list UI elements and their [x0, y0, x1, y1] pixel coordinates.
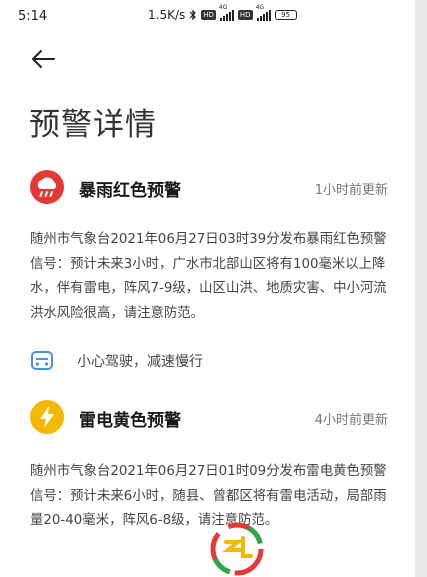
page-title: 预警详情: [29, 107, 157, 143]
alert-header: 雷电黄色预警 4小时前更新: [30, 400, 400, 434]
page-edge: [415, 0, 427, 577]
alert-description: 随州市气象台2021年06月27日03时39分发布暴雨红色预警信号：预计未来3小…: [30, 232, 387, 321]
travel-advice: 小心驾驶，减速慢行: [30, 349, 203, 373]
battery-icon: 95: [274, 10, 297, 20]
alert-card-rainstorm: 暴雨红色预警 1小时前更新 随州市气象台2021年06月27日03时39分发布暴…: [30, 170, 400, 321]
signal-4g-icon: 4G: [256, 4, 271, 21]
alert-header: 暴雨红色预警 1小时前更新: [30, 170, 400, 204]
alert-update-time: 1小时前更新: [314, 183, 388, 198]
car-icon: [31, 351, 53, 370]
alert-update-time: 4小时前更新: [314, 413, 388, 428]
alert-title: 雷电黄色预警: [79, 411, 181, 431]
hd-icon: HD: [201, 10, 216, 20]
signal-4g-icon: 4G: [219, 4, 234, 21]
back-button[interactable]: [30, 48, 56, 70]
watermark-logo: [210, 522, 264, 576]
advice-text: 小心驾驶，减速慢行: [77, 354, 203, 370]
alert-card-lightning: 雷电黄色预警 4小时前更新 随州市气象台2021年06月27日01时09分发布雷…: [30, 400, 400, 528]
lightning-icon: [30, 400, 64, 434]
arrow-left-icon: [32, 50, 55, 68]
status-time: 5:14: [18, 9, 48, 24]
status-bar: 5:14 1.5K/s HD 4G HD 4G 95: [0, 0, 415, 32]
hd-icon: HD: [237, 10, 253, 20]
network-speed: 1.5K/s: [148, 8, 186, 22]
alert-title: 暴雨红色预警: [79, 181, 181, 201]
bluetooth-icon: [189, 9, 197, 21]
rainstorm-icon: [30, 170, 64, 204]
status-indicators: 1.5K/s HD 4G HD 4G 95: [148, 4, 297, 22]
